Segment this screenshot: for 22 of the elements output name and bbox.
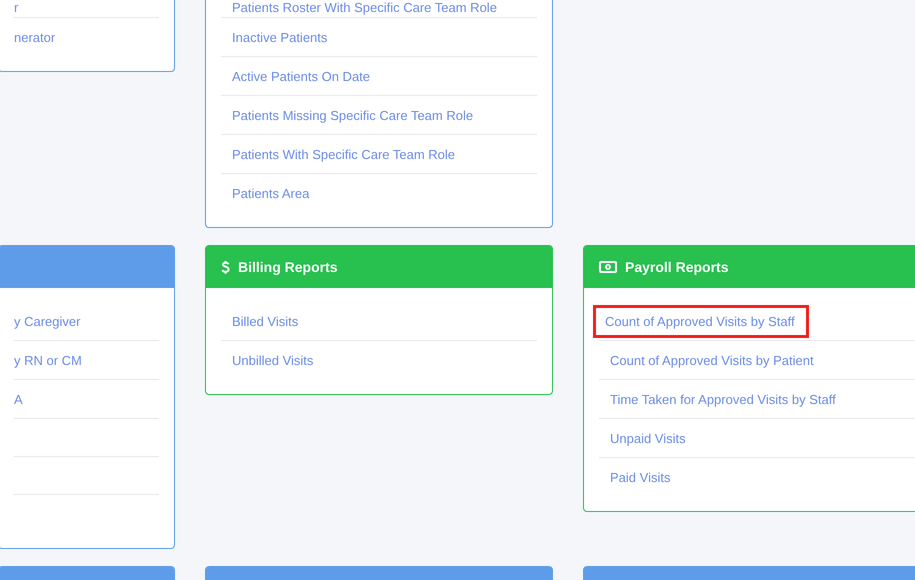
banknote-icon (599, 261, 617, 273)
dollar-icon (221, 260, 230, 274)
report-link[interactable]: Patients Roster With Specific Care Team Role (232, 0, 497, 15)
report-link[interactable]: Inactive Patients (232, 30, 328, 44)
report-link[interactable]: y Caregiver (14, 314, 80, 328)
report-link[interactable]: Count of Approved Visits by Patient (610, 352, 814, 368)
report-link[interactable]: y RN or CM (14, 352, 82, 368)
report-link[interactable]: Time Taken for Approved Visits by Staff (610, 392, 836, 406)
card-title: Payroll Reports (625, 259, 728, 275)
report-link[interactable]: A (14, 392, 23, 406)
report-link[interactable]: Patients With Specific Care Team Role (232, 146, 456, 162)
report-link[interactable]: nerator (14, 30, 56, 44)
report-link[interactable]: Unpaid Visits (610, 430, 686, 446)
report-link[interactable]: Billed Visits (232, 314, 298, 328)
report-link[interactable]: Unbilled Visits (232, 352, 314, 368)
card-title: Billing Reports (238, 259, 338, 275)
report-link[interactable]: Paid Visits (610, 470, 670, 484)
report-link[interactable]: Active Patients On Date (232, 68, 370, 84)
report-link[interactable]: Count of Approved Visits by Staff (593, 304, 809, 338)
report-link[interactable]: r (14, 0, 18, 15)
report-link[interactable]: Patients Missing Specific Care Team Role (232, 108, 474, 122)
report-link[interactable]: Patients Area (232, 186, 310, 200)
